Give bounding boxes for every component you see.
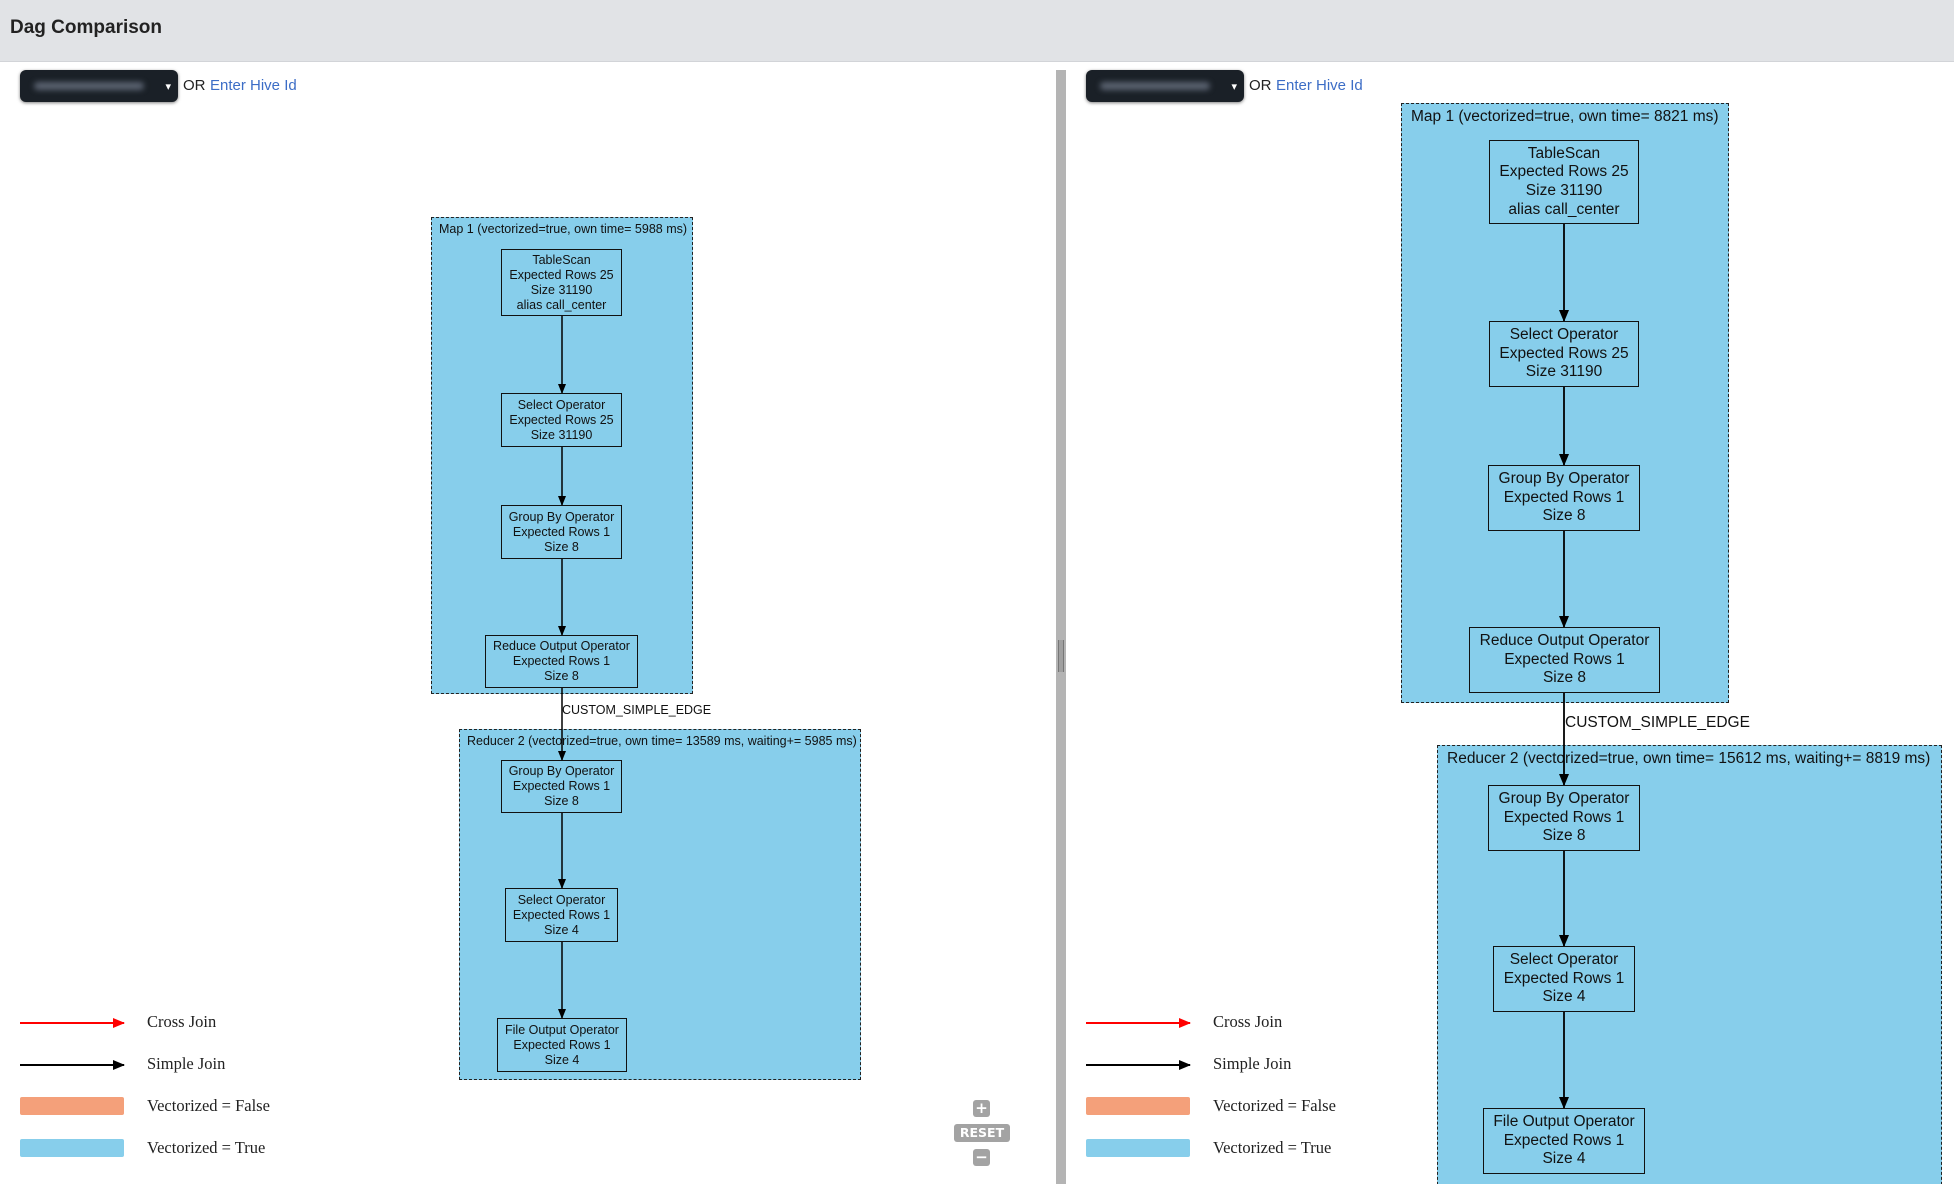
vectorized-true-swatch: [1086, 1139, 1190, 1157]
zoom-in-button[interactable]: +: [973, 1100, 990, 1117]
vectorized-false-swatch: [20, 1097, 124, 1115]
pane-splitter[interactable]: [1056, 70, 1066, 1184]
right-legend-arrows: [1086, 1018, 1191, 1070]
legend-vectorized-false: Vectorized = False: [1213, 1096, 1336, 1115]
page-title: Dag Comparison: [10, 17, 163, 38]
legend-vectorized-true: Vectorized = True: [1213, 1138, 1332, 1157]
vectorized-true-swatch: [20, 1139, 124, 1157]
legend-vectorized-false: Vectorized = False: [147, 1096, 270, 1115]
legend-cross-join: Cross Join: [147, 1012, 217, 1031]
app-header: Dag Comparison: [0, 0, 1954, 62]
right-dag-pane: ▾ OR Enter Hive Id Map 1 (vectorized=tru…: [1066, 62, 1954, 1184]
legend-vectorized-true: Vectorized = True: [147, 1138, 266, 1157]
vectorized-false-swatch: [1086, 1097, 1190, 1115]
legend-simple-join: Simple Join: [147, 1054, 226, 1073]
legend-cross-join: Cross Join: [1213, 1012, 1283, 1031]
reset-zoom-button[interactable]: RESET: [954, 1124, 1010, 1142]
splitter-grip-icon[interactable]: [1058, 640, 1064, 672]
legend-simple-join: Simple Join: [1213, 1054, 1292, 1073]
zoom-out-button[interactable]: −: [973, 1149, 990, 1166]
left-dag-pane: ▾ OR Enter Hive Id Map 1 (vectorized=tru…: [0, 62, 1056, 1184]
